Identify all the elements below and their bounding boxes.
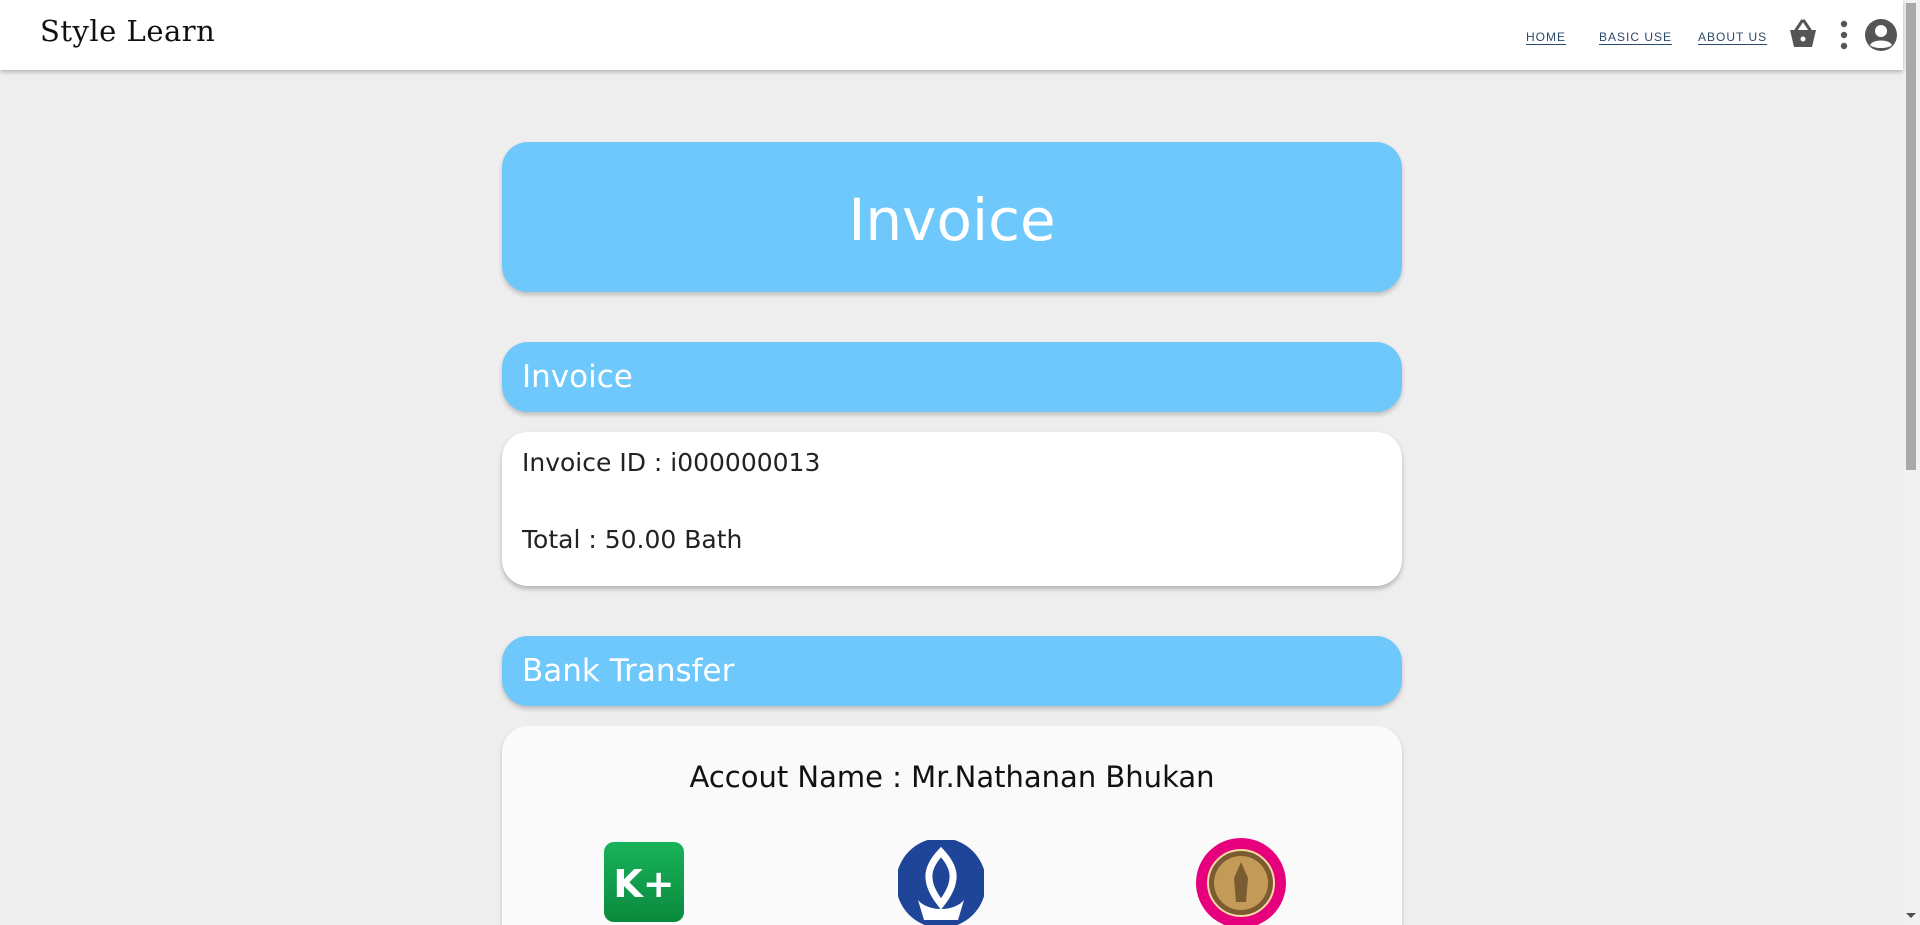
more-vert-icon[interactable]	[1838, 19, 1850, 51]
invoice-id-text: Invoice ID : i000000013	[522, 448, 821, 477]
invoice-total-text: Total : 50.00 Bath	[522, 525, 743, 554]
scroll-down-arrow-icon[interactable]	[1906, 913, 1916, 918]
kplus-logo-text: K+	[613, 862, 674, 906]
nav-about-us-link[interactable]: ABOUT US	[1698, 30, 1767, 44]
scrollbar-thumb[interactable]	[1906, 3, 1916, 470]
page-title: Invoice	[848, 186, 1056, 254]
account-name-text: Accout Name : Mr.Nathanan Bhukan	[689, 760, 1215, 794]
gsb-bank-logo[interactable]	[1196, 838, 1286, 925]
bangkok-bank-logo[interactable]	[898, 840, 984, 925]
account-icon[interactable]	[1864, 18, 1898, 52]
nav-basic-use-link[interactable]: BASIC USE	[1599, 30, 1672, 44]
invoice-section-heading: Invoice	[502, 342, 1402, 412]
invoice-info-card: Invoice ID : i000000013 Total : 50.00 Ba…	[502, 432, 1402, 586]
site-logo[interactable]: Style Learn	[40, 14, 215, 48]
bank-transfer-heading: Bank Transfer	[502, 636, 1402, 706]
bank-transfer-card: Accout Name : Mr.Nathanan Bhukan K+	[502, 726, 1402, 925]
invoice-hero-banner: Invoice	[502, 142, 1402, 292]
nav-home-link[interactable]: HOME	[1526, 30, 1566, 44]
top-navbar: Style Learn HOME BASIC USE ABOUT US	[0, 0, 1903, 70]
basket-icon[interactable]	[1786, 18, 1820, 50]
kplus-logo[interactable]: K+	[604, 842, 684, 922]
